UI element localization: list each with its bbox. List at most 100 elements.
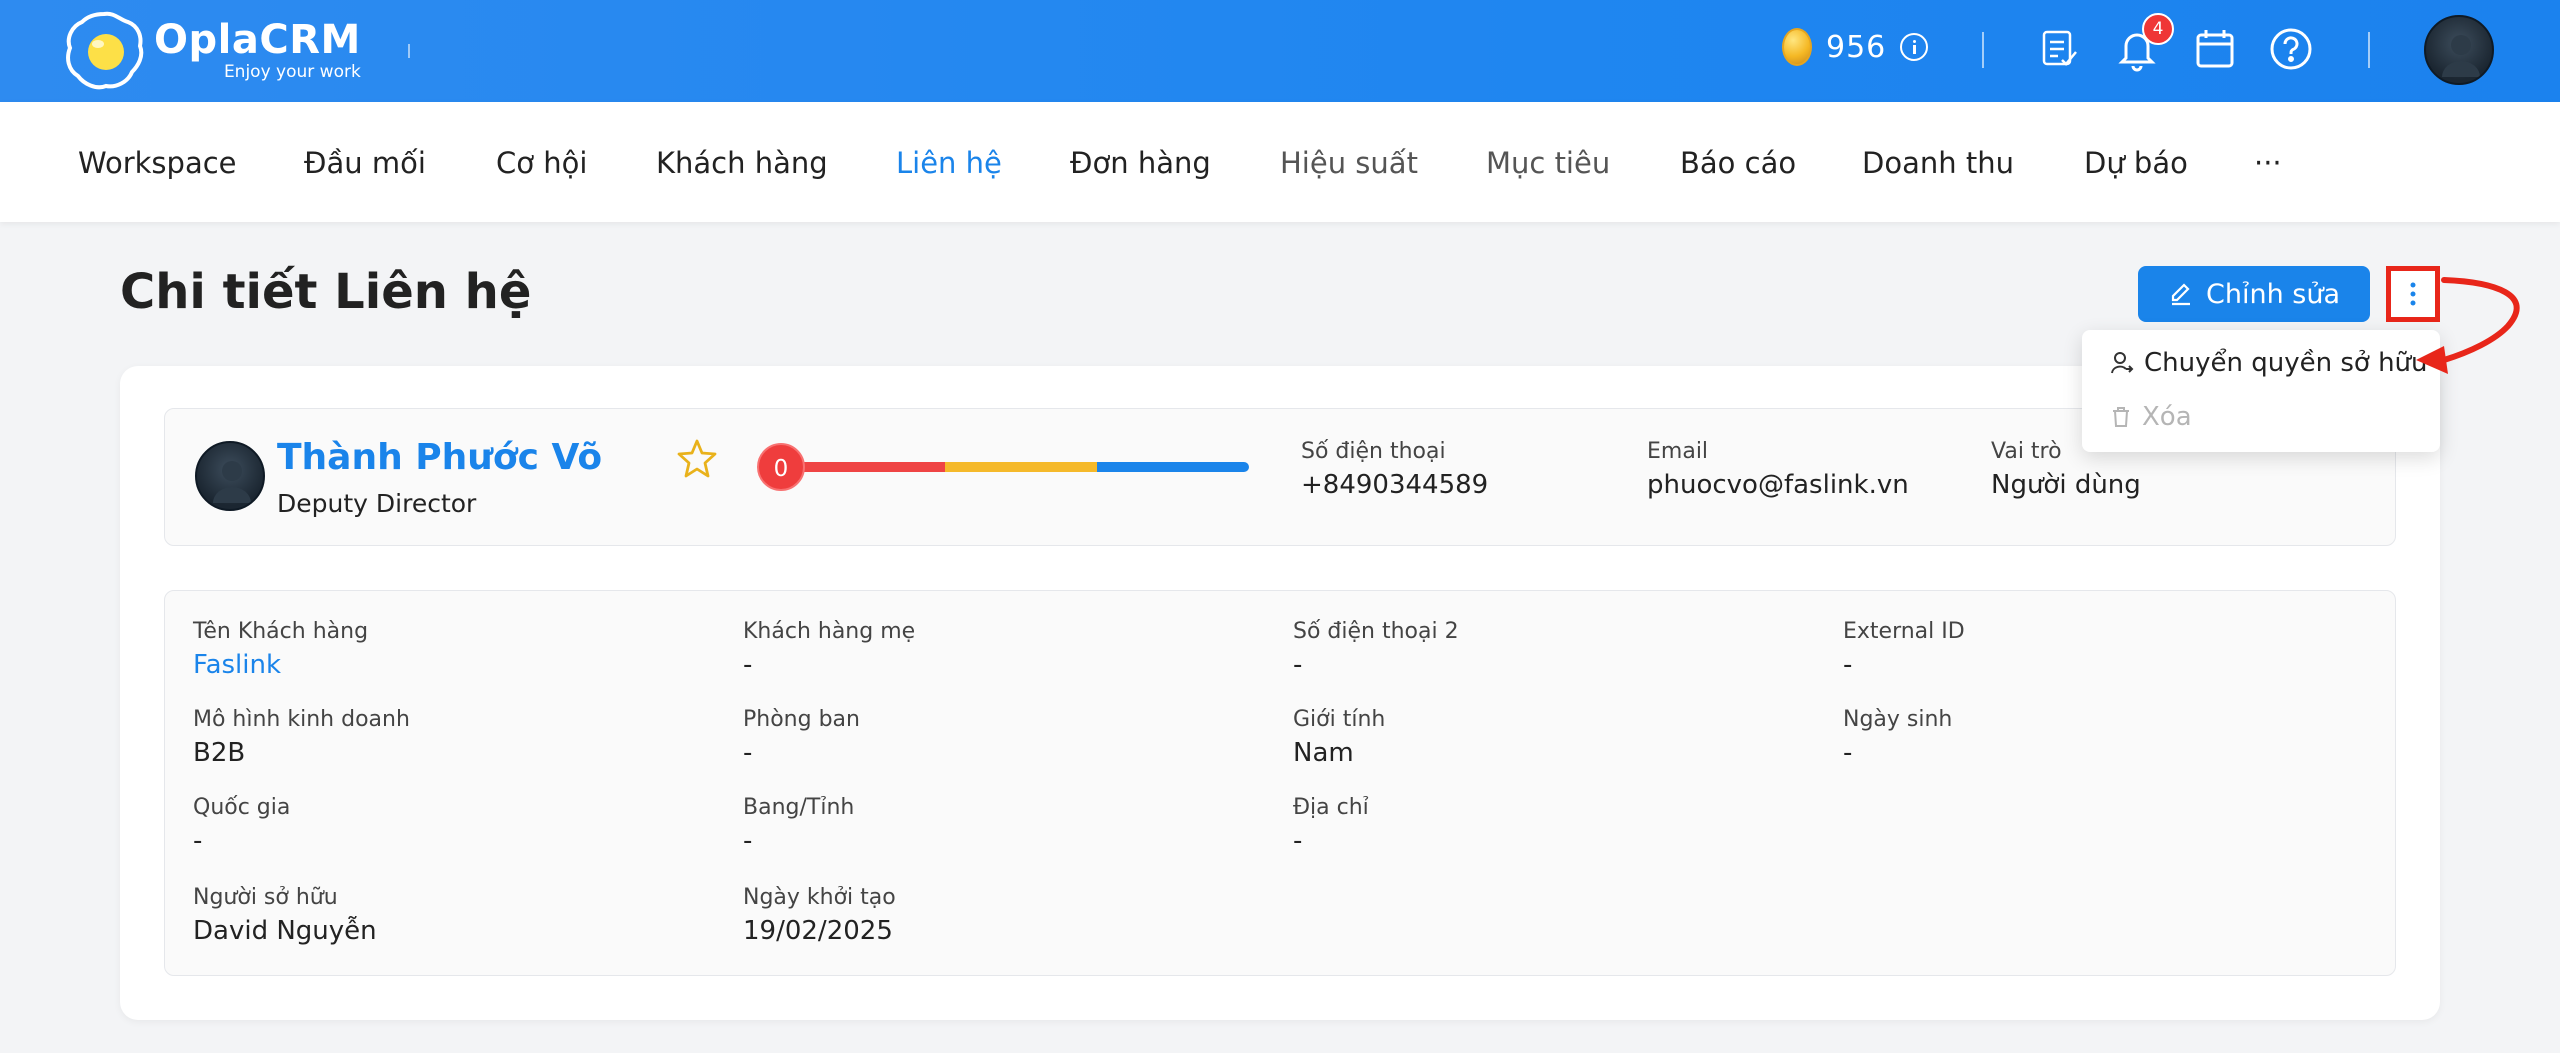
coin-count: 956 [1826,29,1887,65]
created-date-label: Ngày khởi tạo [743,885,896,910]
phone2-label: Số điện thoại 2 [1293,619,1459,644]
calendar-icon[interactable] [2192,26,2238,72]
more-options-menu: Chuyển quyền sở hữu Xóa [2082,330,2440,452]
created-date-value: 19/02/2025 [743,916,893,946]
customer-name-link[interactable]: Faslink [193,650,368,680]
external-id-field: External ID - [1843,619,1965,680]
star-icon[interactable] [675,437,719,485]
customer-name-field: Tên Khách hàng Faslink [193,619,368,680]
external-id-label: External ID [1843,619,1965,644]
nav-item-reports[interactable]: Báo cáo [1680,146,1796,180]
nav-item-orders[interactable]: Đơn hàng [1070,146,1211,180]
phone-field: Số điện thoại +8490344589 [1301,439,1488,500]
gold-egg-icon [1782,28,1812,66]
score-segment-mid [944,462,1097,472]
user-role-value: Người dùng [1991,470,2141,500]
main-nav: Workspace Đầu mối Cơ hội Khách hàng Liên… [0,102,2560,222]
contact-job-title: Deputy Director [277,489,477,518]
created-date-field: Ngày khởi tạo 19/02/2025 [743,885,896,946]
checklist-icon[interactable] [2036,26,2082,72]
nav-item-performance[interactable]: Hiệu suất [1280,146,1418,180]
state-field: Bang/Tỉnh - [743,795,854,856]
edit-button-label: Chỉnh sửa [2206,278,2340,310]
nav-item-revenue[interactable]: Doanh thu [1862,146,2014,180]
business-model-field: Mô hình kinh doanh B2B [193,707,410,768]
logo[interactable]: OplaCRM Enjoy your work [62,8,361,92]
country-label: Quốc gia [193,795,291,820]
score-segment-low [793,462,945,472]
header-divider [2368,32,2370,68]
logo-egg-icon [62,8,146,92]
address-value: - [1293,826,1303,856]
nav-item-forecast[interactable]: Dự báo [2084,146,2188,180]
phone2-field: Số điện thoại 2 - [1293,619,1459,680]
nav-item-goals[interactable]: Mục tiêu [1486,146,1610,180]
coin-balance[interactable]: 956 [1782,28,1929,66]
parent-customer-value: - [743,650,753,680]
phone-value: +8490344589 [1301,470,1489,500]
transfer-ownership-menu-item[interactable]: Chuyển quyền sở hữu [2110,348,2428,378]
state-label: Bang/Tỉnh [743,795,855,820]
delete-label: Xóa [2142,402,2192,432]
score-bar [793,462,1249,472]
owner-label: Người sở hữu [193,885,338,910]
address-label: Địa chỉ [1293,795,1369,820]
birthday-field: Ngày sinh - [1843,707,1952,768]
business-model-label: Mô hình kinh doanh [193,707,410,732]
birthday-value: - [1843,738,1853,768]
owner-field: Người sở hữu David Nguyễn [193,885,377,946]
notification-badge: 4 [2142,13,2174,45]
edit-button[interactable]: Chỉnh sửa [2138,266,2370,322]
contact-avatar [195,441,265,511]
user-transfer-icon [2111,352,2134,374]
header-divider [1982,32,1984,68]
user-avatar[interactable] [2424,15,2494,85]
help-icon[interactable] [2268,26,2314,72]
score-value: 0 [757,443,805,491]
external-id-value: - [1843,650,1853,680]
owner-value: David Nguyễn [193,916,377,946]
logo-subtitle: Enjoy your work [223,62,361,82]
country-field: Quốc gia - [193,795,290,856]
trash-icon [2113,407,2129,427]
parent-customer-field: Khách hàng mẹ - [743,619,915,680]
email-label: Email [1647,439,1709,464]
annotation-arrow-icon [2416,277,2520,374]
transfer-ownership-label: Chuyển quyền sở hữu [2144,348,2428,378]
email-field: Email phuocvo@faslink.vn [1647,439,1909,500]
gender-field: Giới tính Nam [1293,707,1385,768]
top-header: OplaCRM Enjoy your work 956 4 [0,0,2560,102]
department-label: Phòng ban [743,707,860,732]
phone-label: Số điện thoại [1301,439,1446,464]
department-value: - [743,738,753,768]
nav-item-opportunities[interactable]: Cơ hội [496,146,587,180]
gender-label: Giới tính [1293,707,1386,732]
parent-customer-label: Khách hàng mẹ [743,619,916,644]
nav-item-customers[interactable]: Khách hàng [656,146,828,180]
department-field: Phòng ban - [743,707,860,768]
pencil-icon [2171,283,2190,306]
country-value: - [193,826,203,856]
nav-more-button[interactable]: ··· [2254,146,2282,180]
contact-details-panel: Tên Khách hàng Faslink Khách hàng mẹ - S… [164,590,2396,976]
header-divider [408,44,410,58]
state-value: - [743,826,753,856]
delete-menu-item[interactable]: Xóa [2110,402,2192,432]
nav-item-workspace[interactable]: Workspace [78,146,237,180]
birthday-label: Ngày sinh [1843,707,1953,732]
contact-name: Thành Phước Võ [277,437,603,478]
logo-title: OplaCRM [154,17,361,63]
page-title: Chi tiết Liên hệ [120,264,532,320]
customer-name-label: Tên Khách hàng [193,619,369,644]
lead-score: 0 [757,441,1257,493]
email-value: phuocvo@faslink.vn [1647,470,1909,500]
address-field: Địa chỉ - [1293,795,1369,856]
business-model-value: B2B [193,738,246,768]
nav-item-leads[interactable]: Đầu mối [304,146,426,180]
gender-value: Nam [1293,738,1354,768]
info-icon[interactable] [1900,33,1929,61]
score-segment-high [1096,462,1249,472]
nav-item-contacts[interactable]: Liên hệ [896,146,1002,180]
contact-profile-panel: Thành Phước Võ Deputy Director 0 Số điện… [164,408,2396,546]
phone2-value: - [1293,650,1303,680]
